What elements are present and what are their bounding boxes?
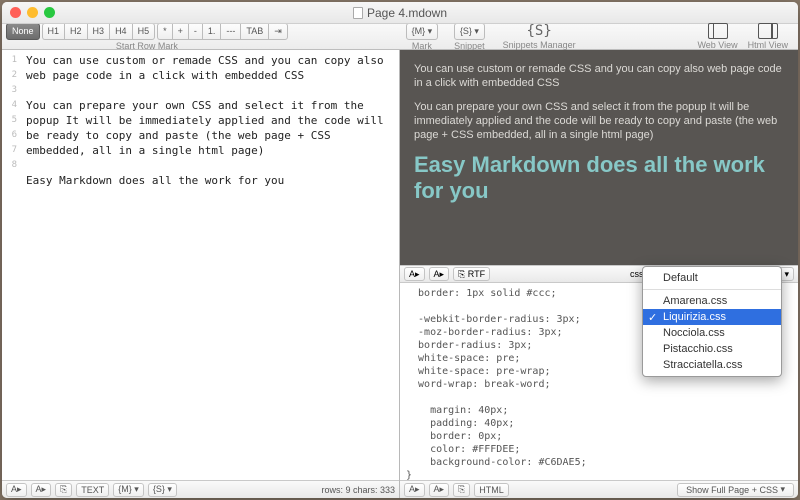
h3-button[interactable]: H3: [87, 23, 110, 40]
font-smaller-button[interactable]: A▸: [31, 483, 52, 497]
snippets-manager-label: Snippets Manager: [503, 40, 576, 50]
dropdown-item-liquirizia[interactable]: Liquirizia.css: [643, 309, 781, 325]
app-window: Page 4.mdown None H1 H2 H3 H4 H5 * +: [2, 2, 798, 498]
none-button[interactable]: None: [6, 23, 40, 40]
preview-heading: Easy Markdown does all the work for you: [414, 152, 784, 204]
line-gutter: 12345678: [2, 50, 20, 480]
editor-statusbar: A▸ A▸ ⎘ TEXT {M} ▾ {S} ▾ rows: 9 chars: …: [2, 480, 399, 498]
snippet-label: Snippet: [454, 41, 485, 51]
preview-pane: You can use custom or remade CSS and you…: [400, 50, 798, 498]
ol-button[interactable]: 1.: [202, 23, 221, 40]
content-area: 12345678 You can use custom or remade CS…: [2, 50, 798, 498]
markdown-editor[interactable]: 12345678 You can use custom or remade CS…: [2, 50, 399, 480]
preview-statusbar: A▸ A▸ ⎘ HTML Show Full Page + CSS ▾: [400, 480, 798, 498]
document-icon: [353, 7, 363, 19]
web-view-label: Web View: [697, 40, 737, 50]
copy-button[interactable]: ⎘: [55, 483, 72, 497]
tab-button[interactable]: TAB: [240, 23, 268, 40]
mark-dropdown[interactable]: {M} ▾: [406, 23, 439, 40]
dropdown-item-stracciatella[interactable]: Stracciatella.css: [643, 357, 781, 373]
html-view-label: Html View: [748, 40, 788, 50]
title-text: Page 4.mdown: [367, 6, 447, 20]
mark-label: Mark: [412, 41, 432, 51]
dash-button[interactable]: -: [188, 23, 202, 40]
plus-button[interactable]: +: [172, 23, 188, 40]
html-font-smaller[interactable]: A▸: [429, 483, 450, 497]
dropdown-item-pistacchio[interactable]: Pistacchio.css: [643, 341, 781, 357]
html-font-larger[interactable]: A▸: [404, 483, 425, 497]
window-title: Page 4.mdown: [2, 6, 798, 20]
status-snippet-dropdown[interactable]: {S} ▾: [148, 483, 177, 497]
html-copy-button[interactable]: ⎘: [453, 483, 470, 497]
html-mode-button[interactable]: HTML: [474, 483, 509, 497]
rows-chars-info: rows: 9 chars: 333: [321, 485, 395, 495]
copy-rtf-button[interactable]: ⎘ RTF: [453, 267, 490, 281]
snippet-dropdown[interactable]: {S} ▾: [454, 23, 485, 40]
dropdown-item-nocciola[interactable]: Nocciola.css: [643, 325, 781, 341]
font-larger-button[interactable]: A▸: [6, 483, 27, 497]
css-font-larger[interactable]: A▸: [404, 267, 425, 281]
show-full-page-dropdown[interactable]: Show Full Page + CSS ▾: [677, 483, 794, 497]
html-view-icon[interactable]: [758, 23, 778, 39]
web-view-icon[interactable]: [708, 23, 728, 39]
start-row-mark-label: Start Row Mark: [116, 41, 178, 51]
heading-group: H1 H2 H3 H4 H5: [42, 23, 156, 40]
indent-button[interactable]: ⇥: [268, 23, 288, 40]
dropdown-item-amarena[interactable]: Amarena.css: [643, 293, 781, 309]
hr-button[interactable]: ---: [220, 23, 240, 40]
titlebar: Page 4.mdown: [2, 2, 798, 24]
preview-paragraph: You can prepare your own CSS and select …: [414, 100, 784, 142]
h4-button[interactable]: H4: [109, 23, 132, 40]
h5-button[interactable]: H5: [132, 23, 156, 40]
css-dropdown-menu: Default Amarena.css Liquirizia.css Nocci…: [642, 266, 782, 377]
preview-paragraph: You can use custom or remade CSS and you…: [414, 62, 784, 90]
status-mark-dropdown[interactable]: {M} ▾: [113, 483, 144, 497]
h2-button[interactable]: H2: [64, 23, 87, 40]
toolbar: None H1 H2 H3 H4 H5 * + - 1. --- TA: [2, 24, 798, 50]
star-button[interactable]: *: [157, 23, 172, 40]
editor-text[interactable]: You can use custom or remade CSS and you…: [20, 50, 399, 480]
h1-button[interactable]: H1: [42, 23, 65, 40]
text-mode-button[interactable]: TEXT: [76, 483, 109, 497]
html-preview: You can use custom or remade CSS and you…: [400, 50, 798, 265]
symbol-group: * + - 1. --- TAB ⇥: [157, 23, 288, 40]
css-font-smaller[interactable]: A▸: [429, 267, 450, 281]
dropdown-separator: [643, 289, 781, 290]
dropdown-item-default[interactable]: Default: [643, 270, 781, 286]
snippets-manager-icon[interactable]: {S}: [527, 23, 552, 39]
editor-pane: 12345678 You can use custom or remade CS…: [2, 50, 400, 498]
